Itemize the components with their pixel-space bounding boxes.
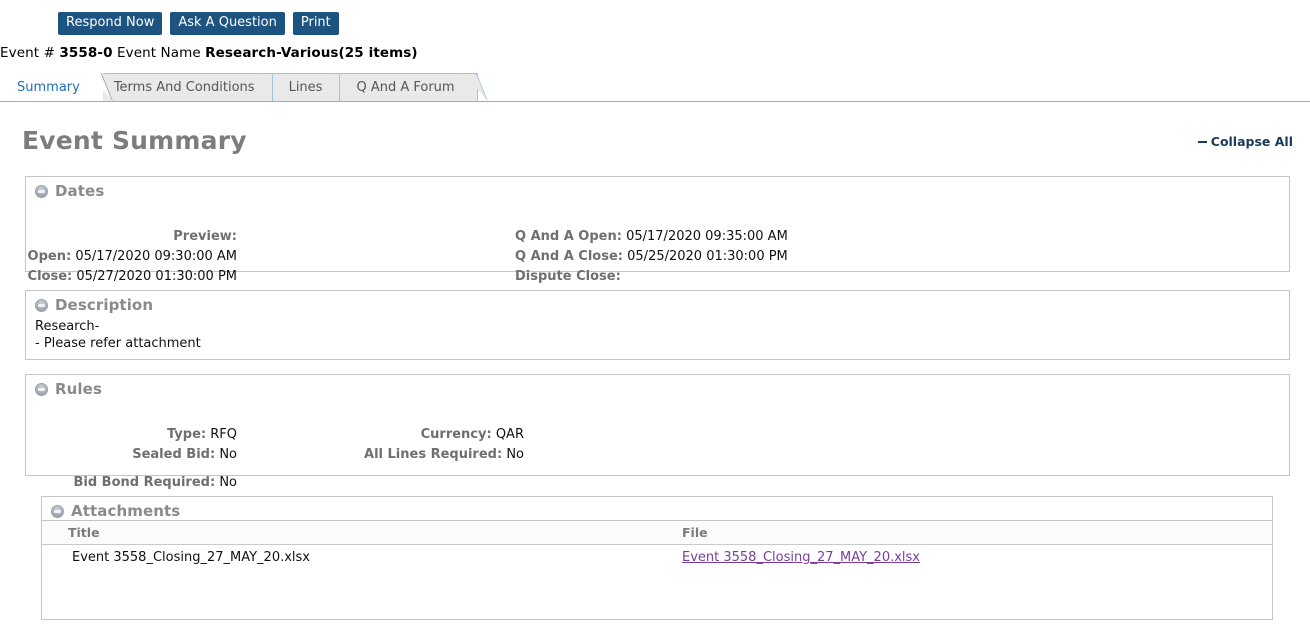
field-all-lines-required: All Lines Required: No — [364, 447, 524, 462]
event-number-value: 3558-0 — [59, 45, 113, 61]
column-header-title: Title — [42, 521, 678, 545]
field-label: Q And A Open: — [515, 229, 622, 244]
field-value: 05/17/2020 09:30:00 AM — [75, 249, 237, 264]
table-row: Event 3558_Closing_27_MAY_20.xlsx Event … — [42, 545, 1272, 570]
field-value: 05/27/2020 01:30:00 PM — [76, 269, 237, 284]
ask-a-question-button[interactable]: Ask A Question — [170, 11, 285, 35]
field-dispute-close: Dispute Close: — [515, 269, 621, 284]
field-label: Type: — [166, 427, 207, 442]
minus-icon — [1197, 141, 1207, 143]
field-label: Preview: — [173, 229, 237, 244]
field-bid-bond-required: Bid Bond Required: No — [73, 475, 237, 490]
field-label: All Lines Required: — [364, 447, 503, 462]
field-qanda-open: Q And A Open: 05/17/2020 09:35:00 AM — [515, 229, 788, 244]
field-close: Close: 05/27/2020 01:30:00 PM — [28, 269, 237, 284]
tab-summary[interactable]: Summary — [0, 73, 103, 101]
tab-slant-decoration — [462, 73, 487, 101]
tab-terms-and-conditions[interactable]: Terms And Conditions — [96, 73, 278, 101]
field-preview: Preview: — [173, 229, 237, 244]
rules-panel-title: Rules — [55, 380, 102, 398]
field-label: Dispute Close: — [515, 269, 621, 284]
attachments-panel-title: Attachments — [71, 502, 181, 520]
collapse-all-button[interactable]: Collapse All — [1197, 134, 1293, 149]
collapse-section-icon[interactable] — [35, 382, 48, 396]
respond-now-button[interactable]: Respond Now — [58, 11, 163, 35]
tab-q-and-a-forum-label: Q And A Forum — [356, 80, 455, 95]
tab-terms-and-conditions-label: Terms And Conditions — [113, 80, 255, 95]
description-panel: Description Research- - Please refer att… — [25, 290, 1290, 360]
tab-q-and-a-forum[interactable]: Q And A Forum — [339, 73, 477, 101]
attachment-file-link[interactable]: Event 3558_Closing_27_MAY_20.xlsx — [682, 550, 920, 565]
description-text: Research- - Please refer attachment — [35, 319, 201, 351]
field-value: 05/17/2020 09:35:00 AM — [626, 229, 788, 244]
field-label: Close: — [27, 269, 73, 284]
event-number-label: Event # — [0, 45, 55, 61]
column-header-file: File — [678, 521, 1272, 545]
attachments-table-header-row: Title File — [42, 521, 1272, 545]
field-value: No — [506, 447, 524, 462]
collapse-section-icon[interactable] — [35, 298, 48, 312]
description-panel-header: Description — [26, 291, 1289, 314]
attachments-panel-header: Attachments — [42, 497, 1272, 521]
tab-lines[interactable]: Lines — [271, 73, 346, 101]
field-qanda-close: Q And A Close: 05/25/2020 01:30:00 PM — [515, 249, 788, 264]
field-type: Type: RFQ — [167, 427, 237, 442]
dates-panel-title: Dates — [55, 182, 105, 200]
dates-panel: Dates Preview: Open: 05/17/2020 09:30:00… — [25, 176, 1290, 284]
attachment-title-cell: Event 3558_Closing_27_MAY_20.xlsx — [72, 550, 311, 565]
field-value: No — [219, 447, 237, 462]
field-label: Bid Bond Required: — [73, 475, 216, 490]
dates-panel-header: Dates — [26, 177, 1289, 200]
attachments-panel: Attachments Title File Event 3558_Closin… — [41, 496, 1273, 620]
event-name-value: Research-Various(25 items) — [205, 45, 418, 61]
action-toolbar: Respond Now Ask A Question Print — [0, 11, 339, 35]
tab-bar: Summary Terms And Conditions Lines Q And… — [0, 72, 1310, 102]
field-open: Open: 05/17/2020 09:30:00 AM — [28, 249, 237, 264]
field-value: QAR — [495, 427, 524, 442]
event-name-label: Event Name — [116, 45, 201, 61]
attachments-table: Title File Event 3558_Closing_27_MAY_20.… — [42, 521, 1272, 569]
collapse-section-icon[interactable] — [35, 184, 48, 198]
page-title: Event Summary — [22, 126, 247, 155]
description-panel-title: Description — [55, 296, 154, 314]
tab-bar-filler — [472, 100, 1310, 101]
print-button[interactable]: Print — [292, 11, 339, 35]
tab-summary-label: Summary — [17, 79, 80, 95]
field-label: Open: — [27, 249, 72, 264]
collapse-all-label: Collapse All — [1210, 134, 1293, 149]
field-value: No — [219, 475, 237, 490]
attachment-file-cell: Event 3558_Closing_27_MAY_20.xlsx — [678, 545, 1272, 570]
field-value: 05/25/2020 01:30:00 PM — [627, 249, 788, 264]
field-label: Q And A Close: — [515, 249, 623, 264]
field-label: Currency: — [420, 427, 492, 442]
field-label: Sealed Bid: — [132, 447, 216, 462]
tab-lines-label: Lines — [288, 80, 323, 95]
field-value: RFQ — [210, 427, 237, 442]
rules-panel: Rules Type: RFQ Sealed Bid: No Bid Bond … — [25, 374, 1290, 490]
collapse-section-icon[interactable] — [51, 504, 64, 518]
rules-panel-header: Rules — [26, 375, 1289, 398]
field-sealed-bid: Sealed Bid: No — [132, 447, 237, 462]
field-currency: Currency: QAR — [421, 427, 524, 442]
event-identity-line: Event # 3558-0 Event Name Research-Vario… — [0, 45, 418, 61]
